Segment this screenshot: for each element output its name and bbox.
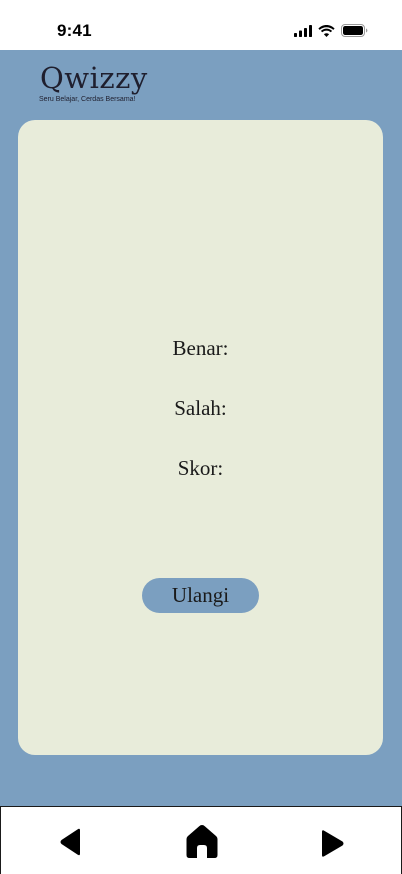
home-icon [186, 825, 218, 858]
bottom-nav [0, 806, 402, 874]
home-button[interactable] [185, 823, 219, 858]
wrong-count-label: Salah: [174, 396, 227, 420]
correct-count-label: Benar: [172, 336, 229, 360]
wifi-icon [318, 24, 335, 37]
back-button[interactable] [56, 825, 90, 859]
app-tagline: Seru Belajar, Cerdas Bersama! [39, 96, 136, 103]
score-label: Skor: [177, 456, 224, 480]
app-logo-title: Qwizzy [40, 61, 148, 95]
back-arrow-icon [60, 828, 80, 856]
battery-icon [341, 24, 368, 37]
status-icons [294, 24, 368, 37]
result-card: Benar: Salah: Skor: Ulangi [18, 120, 383, 755]
status-time: 9:41 [57, 21, 92, 40]
forward-arrow-icon [322, 830, 344, 857]
retry-button[interactable]: Ulangi [142, 578, 259, 613]
status-bar: 9:41 [0, 0, 402, 50]
app-area: Qwizzy Seru Belajar, Cerdas Bersama! Ben… [0, 50, 402, 806]
signal-icon [294, 24, 312, 37]
forward-button[interactable] [316, 825, 350, 859]
